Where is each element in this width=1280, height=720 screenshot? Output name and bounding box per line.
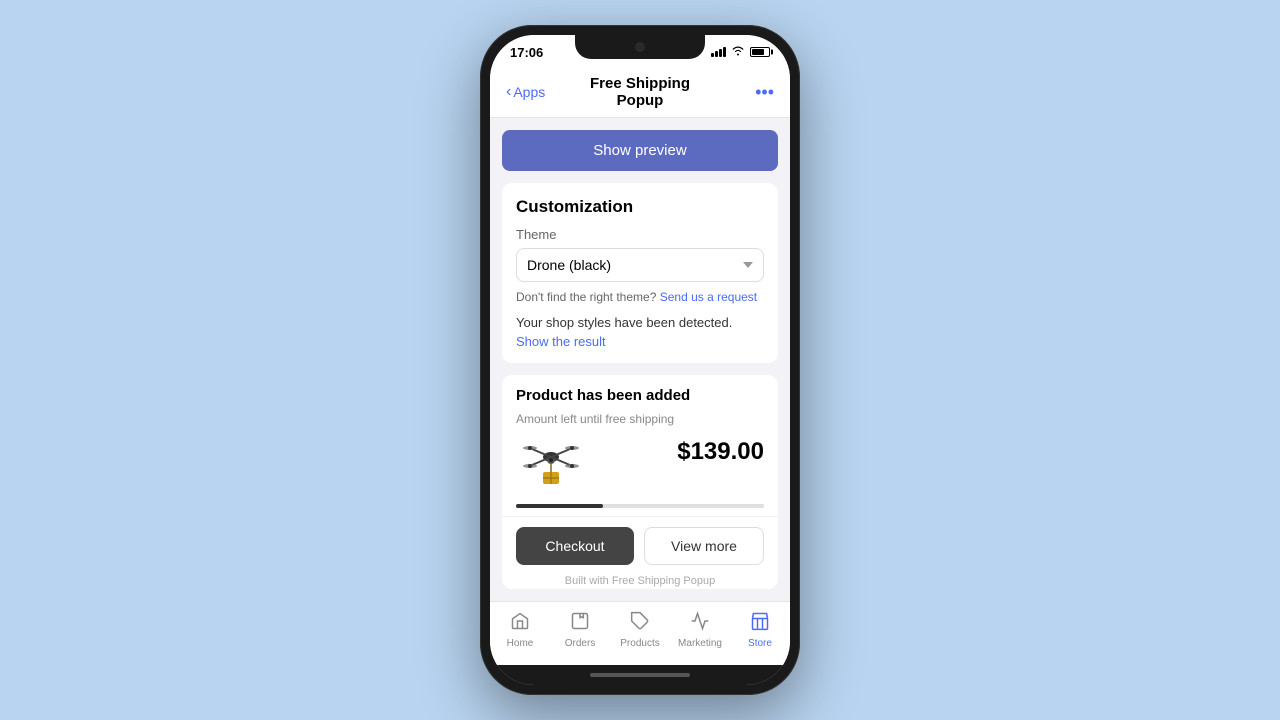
home-tab-icon <box>510 611 530 636</box>
back-button[interactable]: ‹ Apps <box>506 83 566 101</box>
built-with-text: Built with Free Shipping Popup <box>502 575 778 589</box>
progress-bar-container <box>502 504 778 516</box>
show-result-link[interactable]: Show the result <box>516 334 764 349</box>
checkout-button[interactable]: Checkout <box>516 527 634 565</box>
status-icons <box>711 46 770 59</box>
view-more-button[interactable]: View more <box>644 527 764 565</box>
more-button[interactable]: ••• <box>714 82 774 103</box>
main-content: Show preview Customization Theme Drone (… <box>490 118 790 601</box>
marketing-tab-icon <box>690 611 710 636</box>
home-indicator <box>490 665 790 685</box>
signal-bars-icon <box>711 47 726 57</box>
wifi-icon <box>731 46 745 59</box>
back-chevron-icon: ‹ <box>506 83 511 101</box>
tab-orders[interactable]: Orders <box>550 611 610 649</box>
theme-select[interactable]: Drone (black) <box>516 248 764 282</box>
send-request-link[interactable]: Send us a request <box>660 290 757 304</box>
progress-bar-fill <box>516 504 603 508</box>
product-card: Product has been added Amount left until… <box>502 375 778 589</box>
status-time: 17:06 <box>510 45 543 60</box>
more-dots-icon: ••• <box>755 82 774 102</box>
customization-title: Customization <box>516 197 764 217</box>
nav-bar: ‹ Apps Free Shipping Popup ••• <box>490 67 790 118</box>
battery-icon <box>750 47 770 57</box>
marketing-tab-label: Marketing <box>678 638 722 649</box>
nav-title: Free Shipping Popup <box>566 75 714 109</box>
drone-image <box>516 432 586 492</box>
camera-dot <box>635 42 645 52</box>
amount-label: Amount left until free shipping <box>516 412 677 426</box>
home-tab-label: Home <box>507 638 534 649</box>
customization-section: Customization Theme Drone (black) Don't … <box>502 183 778 363</box>
camera-notch <box>575 35 705 59</box>
products-tab-label: Products <box>620 638 659 649</box>
home-indicator-bar <box>590 673 690 677</box>
store-tab-icon <box>750 611 770 636</box>
product-price: $139.00 <box>677 438 764 466</box>
products-tab-icon <box>630 611 650 636</box>
product-left: Amount left until free shipping <box>516 412 677 492</box>
show-preview-button[interactable]: Show preview <box>502 130 778 171</box>
tab-products[interactable]: Products <box>610 611 670 649</box>
theme-label: Theme <box>516 227 764 242</box>
tab-marketing[interactable]: Marketing <box>670 611 730 649</box>
progress-bar-bg <box>516 504 764 508</box>
product-body: Amount left until free shipping <box>502 408 778 504</box>
battery-fill <box>752 49 764 55</box>
orders-tab-label: Orders <box>565 638 596 649</box>
shop-styles-text: Your shop styles have been detected. <box>516 314 764 332</box>
product-card-title: Product has been added <box>502 375 778 408</box>
phone-screen: 17:06 <box>490 35 790 685</box>
phone-frame: 17:06 <box>480 25 800 695</box>
tab-bar: Home Orders Products <box>490 601 790 665</box>
back-label: Apps <box>513 84 545 100</box>
action-buttons: Checkout View more <box>502 516 778 575</box>
tab-home[interactable]: Home <box>490 611 550 649</box>
theme-hint: Don't find the right theme? Send us a re… <box>516 290 764 304</box>
orders-tab-icon <box>570 611 590 636</box>
store-tab-label: Store <box>748 638 772 649</box>
tab-store[interactable]: Store <box>730 611 790 649</box>
